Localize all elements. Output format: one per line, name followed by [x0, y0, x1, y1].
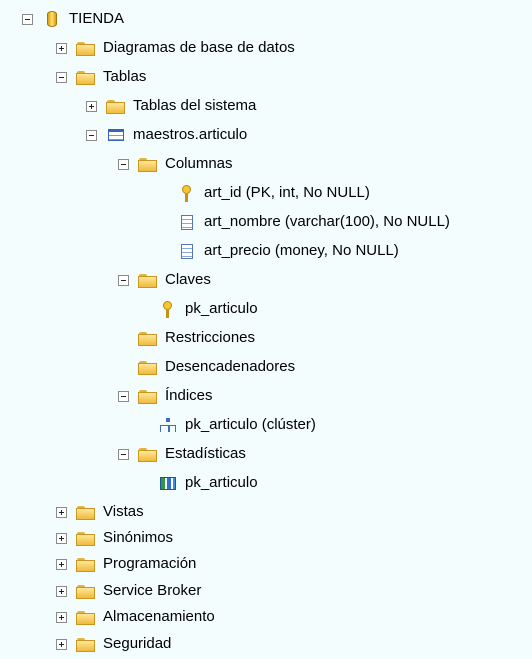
node-label: Seguridad [103, 635, 172, 652]
tree-node-restricciones[interactable]: Restricciones [138, 327, 255, 349]
node-label: Almacenamiento [103, 608, 215, 625]
tree-node-diagramas[interactable]: Diagramas de base de datos [56, 37, 295, 59]
tree-node-maestros-articulo[interactable]: maestros.articulo [86, 124, 247, 146]
expand-toggle-icon[interactable] [56, 638, 67, 650]
node-label: pk_articulo [185, 300, 258, 317]
tree-node-col-art-id[interactable]: art_id (PK, int, No NULL) [177, 182, 370, 204]
node-label: art_precio (money, No NULL) [204, 242, 399, 259]
folder-icon [76, 582, 96, 600]
column-icon [177, 242, 197, 260]
node-label: Índices [165, 387, 213, 404]
folder-icon [76, 608, 96, 626]
node-label: art_id (PK, int, No NULL) [204, 184, 370, 201]
tree-node-sinonimos[interactable]: Sinónimos [56, 527, 173, 549]
folder-icon [76, 39, 96, 57]
collapse-toggle-icon[interactable] [86, 129, 97, 141]
tree-node-indice-pk[interactable]: pk_articulo (clúster) [158, 414, 316, 436]
tree-node-vistas[interactable]: Vistas [56, 501, 144, 523]
table-icon [106, 126, 126, 144]
collapse-toggle-icon[interactable] [56, 71, 67, 83]
collapse-toggle-icon[interactable] [22, 13, 33, 25]
tree-node-col-art-precio[interactable]: art_precio (money, No NULL) [177, 240, 399, 262]
tree-node-tablas-sistema[interactable]: Tablas del sistema [86, 95, 256, 117]
folder-icon [138, 445, 158, 463]
collapse-toggle-icon[interactable] [118, 448, 129, 460]
expand-toggle-icon[interactable] [56, 532, 67, 544]
tree-node-almacenamiento[interactable]: Almacenamiento [56, 606, 215, 628]
database-icon [42, 10, 62, 28]
folder-icon [138, 155, 158, 173]
tree-node-indices[interactable]: Índices [118, 385, 213, 407]
expand-toggle-icon[interactable] [56, 42, 67, 54]
tree-node-programacion[interactable]: Programación [56, 553, 196, 575]
node-label: maestros.articulo [133, 126, 248, 143]
expand-toggle-icon[interactable] [56, 611, 67, 623]
folder-icon [76, 503, 96, 521]
node-label: Service Broker [103, 582, 202, 599]
node-label: Estadísticas [165, 445, 246, 462]
folder-icon [76, 635, 96, 653]
node-label: Tablas del sistema [133, 97, 257, 114]
node-label: Columnas [165, 155, 233, 172]
node-label: Tablas [103, 68, 147, 85]
key-icon [177, 184, 197, 202]
folder-icon [138, 387, 158, 405]
node-label: TIENDA [69, 10, 125, 27]
tree-node-col-art-nombre[interactable]: art_nombre (varchar(100), No NULL) [177, 211, 450, 233]
node-label: Programación [103, 555, 197, 572]
expand-toggle-icon[interactable] [56, 558, 67, 570]
collapse-toggle-icon[interactable] [118, 158, 129, 170]
node-label: art_nombre (varchar(100), No NULL) [204, 213, 450, 230]
tree-node-tienda[interactable]: TIENDA [22, 8, 124, 30]
collapse-toggle-icon[interactable] [118, 390, 129, 402]
folder-icon [76, 555, 96, 573]
tree-node-seguridad[interactable]: Seguridad [56, 633, 171, 655]
expand-toggle-icon[interactable] [56, 506, 67, 518]
folder-icon [76, 68, 96, 86]
tree-node-tablas[interactable]: Tablas [56, 66, 146, 88]
statistics-icon [158, 474, 178, 492]
expand-toggle-icon[interactable] [86, 100, 97, 112]
key-icon [158, 300, 178, 318]
expand-toggle-icon[interactable] [56, 585, 67, 597]
tree-node-clave-pk[interactable]: pk_articulo [158, 298, 258, 320]
node-label: Vistas [103, 503, 144, 520]
node-label: Desencadenadores [165, 358, 296, 375]
tree-node-estadistica-pk[interactable]: pk_articulo [158, 472, 258, 494]
folder-icon [106, 97, 126, 115]
object-explorer-tree: TIENDA Diagramas de base de datos Tablas… [0, 0, 532, 659]
node-label: Diagramas de base de datos [103, 39, 295, 56]
node-label: Sinónimos [103, 529, 174, 546]
tree-node-claves[interactable]: Claves [118, 269, 211, 291]
node-label: pk_articulo [185, 474, 258, 491]
node-label: pk_articulo (clúster) [185, 416, 316, 433]
tree-node-service-broker[interactable]: Service Broker [56, 580, 201, 602]
folder-icon [138, 358, 158, 376]
column-icon [177, 213, 197, 231]
tree-node-estadisticas[interactable]: Estadísticas [118, 443, 246, 465]
folder-icon [138, 271, 158, 289]
node-label: Restricciones [165, 329, 256, 346]
collapse-toggle-icon[interactable] [118, 274, 129, 286]
index-icon [158, 416, 178, 434]
tree-node-desencadenadores[interactable]: Desencadenadores [138, 356, 295, 378]
folder-icon [138, 329, 158, 347]
folder-icon [76, 529, 96, 547]
tree-node-columnas[interactable]: Columnas [118, 153, 233, 175]
node-label: Claves [165, 271, 211, 288]
